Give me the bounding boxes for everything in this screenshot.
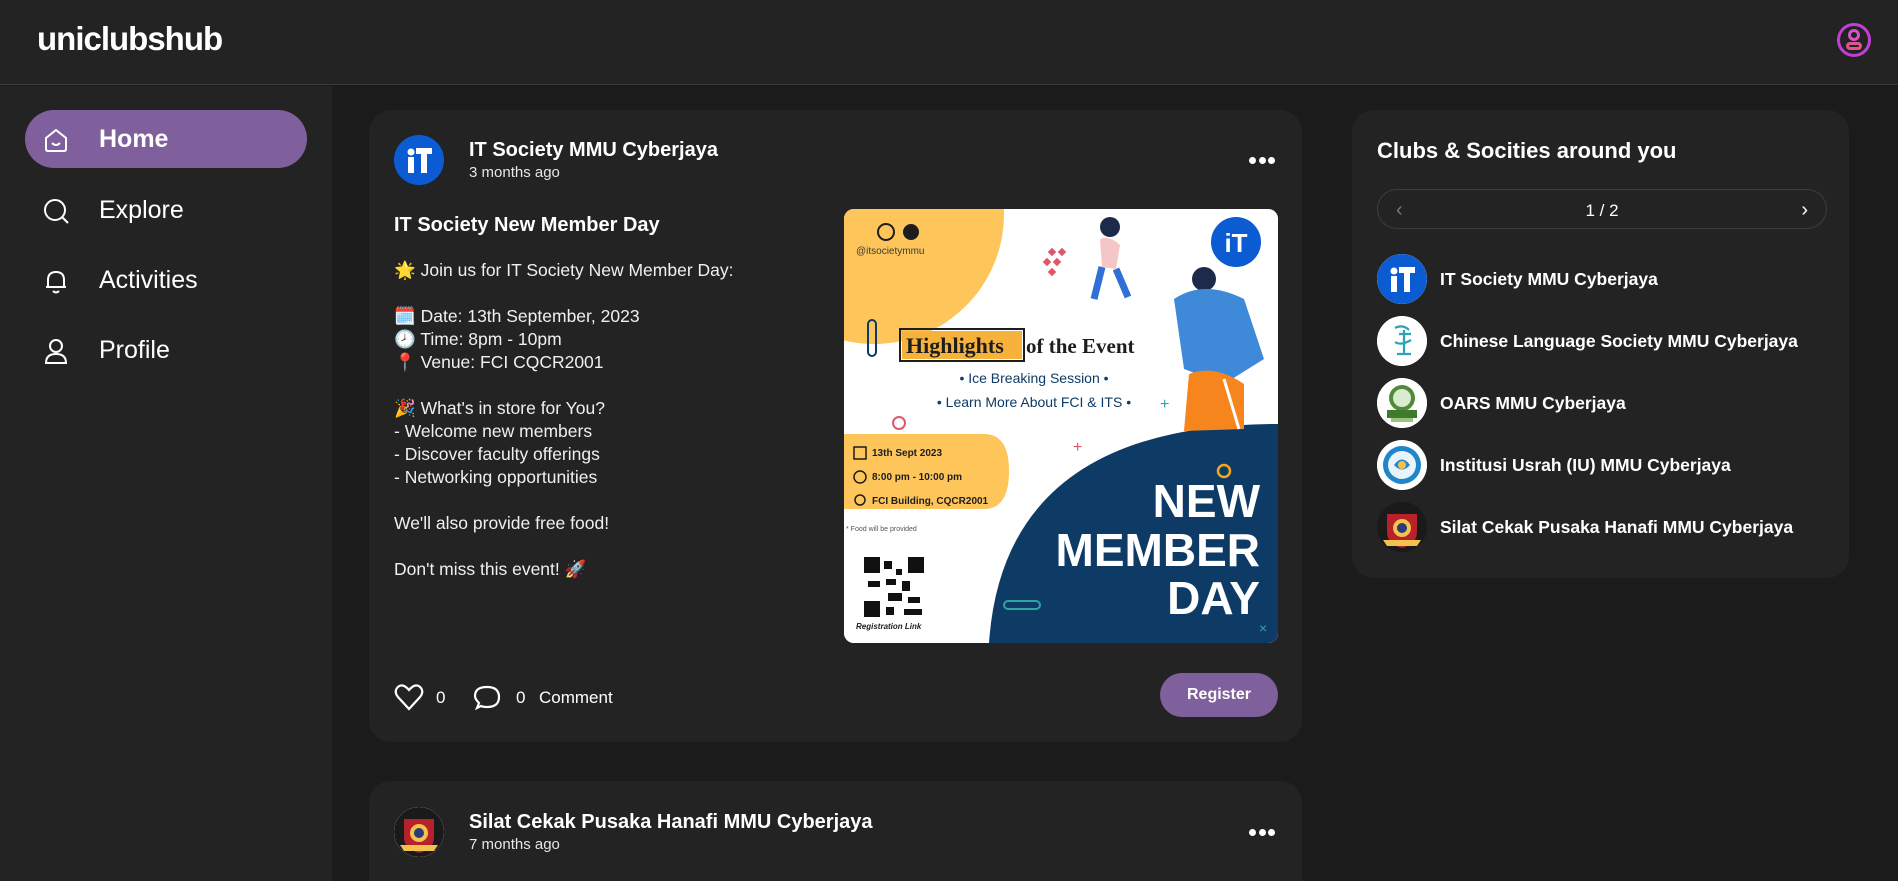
user-icon <box>44 339 68 364</box>
post-card: Silat Cekak Pusaka Hanafi MMU Cyberjaya … <box>369 781 1302 881</box>
post-card: IT Society MMU Cyberjaya 3 months ago IT… <box>369 110 1302 742</box>
poster-date: 13th Sept 2023 <box>872 448 942 459</box>
poster-big-1: NEW <box>1153 475 1261 527</box>
club-avatar <box>1377 502 1427 552</box>
chevron-right-icon[interactable]: › <box>1801 199 1808 222</box>
post-body-line <box>394 535 844 558</box>
sidebar: Home Explore Activities Profile <box>0 86 332 881</box>
post-body-line: 🕗 Time: 8pm - 10pm <box>394 329 562 349</box>
sidebar-item-label: Activities <box>99 265 198 294</box>
sidebar-item-explore[interactable]: Explore <box>25 181 307 239</box>
sidebar-item-label: Profile <box>99 335 170 364</box>
post-body-line: 🎉 What's in store for You? <box>394 398 605 418</box>
poster-big-3: DAY <box>1167 572 1260 624</box>
poster-qr-label: Registration Link <box>856 622 922 631</box>
bell-icon <box>46 270 66 294</box>
like-count: 0 <box>436 688 446 707</box>
poster-highlight-rest: of the Event <box>1026 334 1135 358</box>
post-body-line: 🗓️ Date: 13th September, 2023 <box>394 306 640 326</box>
sidebar-item-label: Explore <box>99 195 184 224</box>
club-list-item[interactable]: Chinese Language Society MMU Cyberjaya <box>1377 316 1827 366</box>
heart-icon[interactable] <box>394 682 424 712</box>
club-avatar[interactable] <box>394 135 444 185</box>
poster-badge: iT <box>1224 228 1247 258</box>
more-options-icon[interactable] <box>1249 827 1275 837</box>
svg-text:+: + <box>1160 396 1169 413</box>
post-body: 🌟 Join us for IT Society New Member Day:… <box>394 259 844 581</box>
club-avatar <box>1377 440 1427 490</box>
post-body-line: 📍 Venue: FCI CQCR2001 <box>394 352 604 372</box>
post-body-line: 🌟 Join us for IT Society New Member Day: <box>394 260 734 280</box>
club-avatar <box>1377 254 1427 304</box>
post-body-line: Don't miss this event! 🚀 <box>394 559 587 579</box>
sidebar-item-home[interactable]: Home <box>25 110 307 168</box>
post-timestamp: 3 months ago <box>469 164 560 181</box>
club-avatar[interactable] <box>394 807 444 857</box>
post-club-name[interactable]: IT Society MMU Cyberjaya <box>469 139 718 162</box>
club-list-item[interactable]: Silat Cekak Pusaka Hanafi MMU Cyberjaya <box>1377 502 1827 552</box>
post-body-line: - Discover faculty offerings <box>394 444 600 464</box>
page-indicator: 1 / 2 <box>1585 201 1619 220</box>
search-icon <box>44 199 69 224</box>
sidebar-item-activities[interactable]: Activities <box>25 251 307 309</box>
post-timestamp: 7 months ago <box>469 836 560 853</box>
comment-count: 0 <box>516 688 526 707</box>
post-club-name[interactable]: Silat Cekak Pusaka Hanafi MMU Cyberjaya <box>469 811 873 834</box>
post-title: IT Society New Member Day <box>394 214 660 236</box>
club-avatar <box>1377 316 1427 366</box>
post-body-line: We'll also provide free food! <box>394 513 610 533</box>
club-list-item[interactable]: OARS MMU Cyberjaya <box>1377 378 1827 428</box>
poster-venue: FCI Building, CQCR2001 <box>872 496 989 507</box>
home-icon <box>45 128 67 152</box>
post-image[interactable]: @itsocietymmu iT Highlights of the Event… <box>844 209 1278 643</box>
club-avatar <box>1377 378 1427 428</box>
register-button[interactable]: Register <box>1160 673 1278 717</box>
post-body-line: - Welcome new members <box>394 421 593 441</box>
post-body-line <box>394 489 844 512</box>
club-list-item[interactable]: IT Society MMU Cyberjaya <box>1377 254 1827 304</box>
more-options-icon[interactable] <box>1249 155 1275 165</box>
club-name: Silat Cekak Pusaka Hanafi MMU Cyberjaya <box>1440 517 1794 537</box>
user-circle-icon[interactable] <box>1837 23 1871 57</box>
sidebar-item-profile[interactable]: Profile <box>25 321 307 379</box>
club-name: Chinese Language Society MMU Cyberjaya <box>1440 331 1798 351</box>
svg-text:+: + <box>1073 439 1082 456</box>
club-name: IT Society MMU Cyberjaya <box>1440 269 1658 289</box>
club-name: Institusi Usrah (IU) MMU Cyberjaya <box>1440 455 1731 475</box>
poster-time: 8:00 pm - 10:00 pm <box>872 472 962 483</box>
comment-icon[interactable] <box>472 683 502 713</box>
top-bar: uniclubshub <box>0 0 1898 85</box>
clubs-pager: ‹ 1 / 2 › <box>1377 189 1827 229</box>
panel-title: Clubs & Socities around you <box>1377 138 1677 163</box>
post-body-line <box>394 374 844 397</box>
clubs-panel: Clubs & Socities around you ‹ 1 / 2 › IT… <box>1352 110 1849 578</box>
poster-highlight-word: Highlights <box>906 333 1004 358</box>
poster-big-2: MEMBER <box>1056 524 1260 576</box>
svg-text:×: × <box>1259 620 1267 636</box>
post-body-line <box>394 282 844 305</box>
sidebar-item-label: Home <box>99 124 169 153</box>
poster-food-note: * Food will be provided <box>846 526 917 533</box>
club-name: OARS MMU Cyberjaya <box>1440 393 1626 413</box>
post-body-line: - Networking opportunities <box>394 467 598 487</box>
comment-label[interactable]: Comment <box>539 688 613 708</box>
club-list-item[interactable]: Institusi Usrah (IU) MMU Cyberjaya <box>1377 440 1827 490</box>
poster-bullet-2: • Learn More About FCI & ITS • <box>937 394 1131 410</box>
poster-handle: @itsocietymmu <box>856 246 925 257</box>
app-logo[interactable]: uniclubshub <box>37 20 223 58</box>
post-actions: 0 0 Comment <box>394 682 694 714</box>
poster-bullet-1: • Ice Breaking Session • <box>959 370 1108 386</box>
